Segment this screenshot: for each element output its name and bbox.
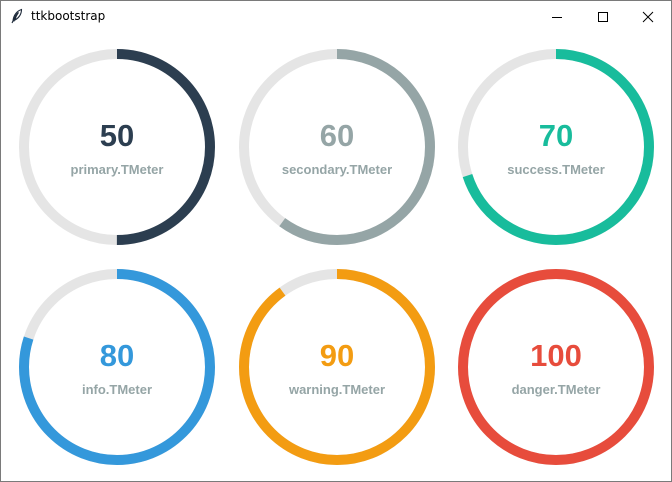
meter-label: success.TMeter — [507, 162, 605, 177]
title-bar[interactable]: ttkbootstrap — [1, 1, 671, 32]
meter-secondary: 60 secondary.TMeter — [237, 47, 437, 247]
close-button[interactable] — [625, 1, 671, 32]
meter-label: info.TMeter — [81, 382, 153, 397]
meter-warning: 90 warning.TMeter — [237, 267, 437, 467]
meter-value: 90 — [319, 338, 355, 373]
meter-value: 50 — [99, 118, 135, 153]
meter-label: primary.TMeter — [70, 162, 164, 177]
meter-success: 70 success.TMeter — [456, 47, 656, 247]
close-icon — [642, 11, 654, 23]
minimize-icon — [551, 11, 563, 23]
meter-danger: 100 danger.TMeter — [456, 267, 656, 467]
feather-icon — [9, 8, 25, 24]
meter-primary: 50 primary.TMeter — [17, 47, 217, 247]
meters-panel: 50 primary.TMeter 60 secondary.TMeter 70… — [1, 32, 671, 481]
maximize-icon — [597, 11, 609, 23]
app-window: ttkbootstrap 50 primary.TMeter 60 second… — [0, 0, 672, 482]
meter-value: 100 — [530, 338, 582, 373]
meter-value: 60 — [319, 118, 355, 153]
meter-info: 80 info.TMeter — [17, 267, 217, 467]
meter-label: danger.TMeter — [511, 382, 601, 397]
meter-label: secondary.TMeter — [281, 162, 393, 177]
meter-label: warning.TMeter — [288, 382, 386, 397]
meter-value: 80 — [99, 338, 135, 373]
maximize-button[interactable] — [580, 1, 626, 32]
meter-value: 70 — [538, 118, 574, 153]
minimize-button[interactable] — [534, 1, 580, 32]
window-title: ttkbootstrap — [31, 9, 106, 23]
